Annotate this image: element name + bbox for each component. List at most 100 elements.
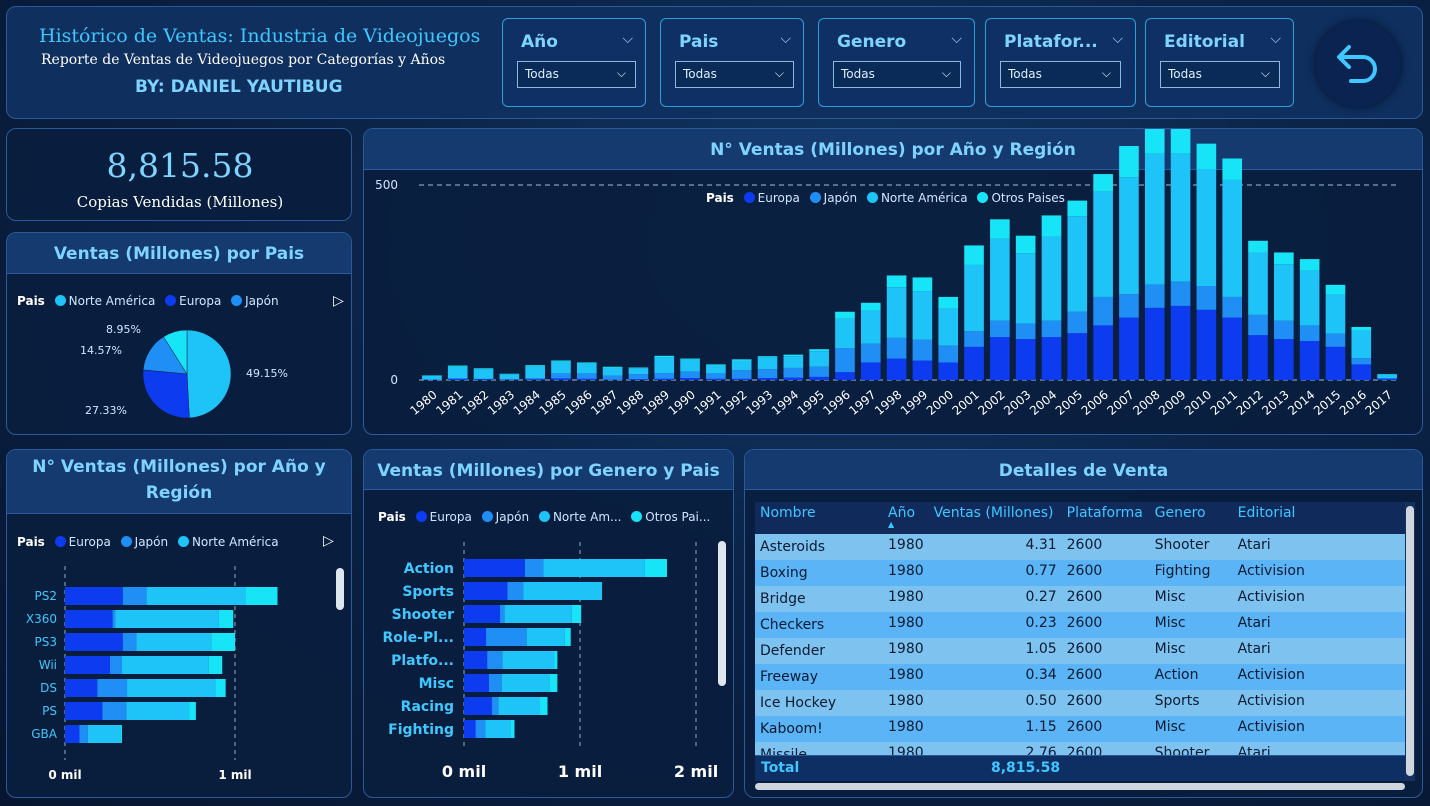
bar-segment — [886, 275, 907, 288]
filter-plataforma[interactable]: Platafor... ⌵ Todas ⌵ — [985, 18, 1136, 107]
bar-segment — [122, 587, 147, 605]
bar-segment — [860, 310, 881, 344]
x-tick-label: 1997 — [846, 388, 878, 418]
y-category-label: Racing — [401, 699, 454, 715]
filter-plataforma-dropdown[interactable]: Todas ⌵ — [1000, 61, 1121, 88]
col-header-editorial[interactable]: Editorial — [1232, 502, 1405, 534]
table-row[interactable]: Ice Hockey 1980 0.50 2600 Sports Activision — [755, 690, 1405, 716]
x-tick-label: 1 mil — [558, 762, 602, 781]
table-cell: 0.23 — [928, 612, 1062, 638]
bar-segment — [860, 302, 881, 311]
genre-scrollbar[interactable] — [718, 541, 726, 686]
col-header-ano[interactable]: Año ▲ — [883, 502, 929, 534]
table-cell: 2600 — [1061, 690, 1150, 716]
filter-pais-dropdown[interactable]: Todas ⌵ — [675, 61, 794, 88]
y-tick-label: 500 — [375, 178, 398, 192]
table-row[interactable]: Boxing 1980 0.77 2600 Fighting Activision — [755, 560, 1405, 586]
pie-slice-label: 14.57% — [80, 344, 122, 357]
y-category-label: Shooter — [392, 607, 454, 623]
table-hscrollbar[interactable] — [755, 783, 1405, 790]
table-row[interactable]: Freeway 1980 0.34 2600 Action Activision — [755, 664, 1405, 690]
bar-segment — [447, 366, 468, 379]
bar-segment — [757, 369, 778, 379]
table-scroll-track[interactable] — [1405, 502, 1415, 781]
table-total-row: Total 8,815.58 — [755, 755, 1405, 781]
filter-ano-label: Año — [521, 32, 558, 52]
bar-segment — [136, 633, 212, 651]
x-tick-label: 2009 — [1156, 388, 1188, 418]
bar-segment — [1093, 191, 1113, 297]
col-header-nombre[interactable]: Nombre — [755, 502, 883, 534]
table-row[interactable]: Checkers 1980 0.23 2600 Misc Atari — [755, 612, 1405, 638]
bar-segment — [654, 378, 675, 380]
y-category-label: PS2 — [35, 589, 58, 603]
table-cell: Shooter — [1149, 534, 1233, 560]
kpi-card: 8,815.58 Copias Vendidas (Millones) — [6, 128, 352, 221]
y-category-label: X360 — [26, 612, 57, 626]
bar-segment — [1248, 314, 1268, 336]
table-cell: Activision — [1232, 716, 1405, 742]
table-row[interactable]: Asteroids 1980 4.31 2600 Shooter Atari — [755, 534, 1405, 560]
bar-segment — [1144, 307, 1165, 380]
filter-editorial[interactable]: Editorial ⌵ Todas ⌵ — [1145, 18, 1294, 107]
filter-editorial-dropdown[interactable]: Todas ⌵ — [1160, 61, 1280, 88]
bar-segment — [1274, 252, 1294, 265]
bar-segment — [510, 720, 515, 738]
bar-segment — [912, 360, 933, 380]
table-scrollbar[interactable] — [1406, 506, 1414, 776]
bar-segment — [1299, 270, 1320, 326]
filter-genero[interactable]: Genero ⌵ Todas ⌵ — [818, 18, 975, 107]
x-tick-label: 1984 — [511, 388, 543, 418]
x-tick-label: 2001 — [950, 388, 982, 418]
table-total-value: 8,815.58 — [991, 760, 1061, 776]
bar-segment — [65, 587, 123, 605]
bar-segment — [464, 674, 489, 692]
table-total-label: Total — [761, 760, 800, 776]
bar-segment — [524, 559, 544, 577]
chevron-down-icon[interactable]: ⌵ — [951, 31, 962, 47]
x-tick-label: 2014 — [1285, 388, 1317, 418]
bar-segment — [680, 371, 700, 379]
bar-segment — [1299, 259, 1320, 271]
chevron-down-icon[interactable]: ⌵ — [1270, 31, 1281, 47]
col-header-genero[interactable]: Genero — [1149, 502, 1233, 534]
filter-ano-dropdown[interactable]: Todas ⌵ — [517, 61, 636, 88]
table-row[interactable]: Bridge 1980 0.27 2600 Misc Activision — [755, 586, 1405, 612]
chevron-down-icon[interactable]: ⌵ — [622, 31, 633, 47]
bar-segment — [1093, 325, 1113, 380]
chevron-down-icon[interactable]: ⌵ — [780, 31, 791, 47]
bar-segment — [499, 374, 520, 380]
chevron-down-icon[interactable]: ⌵ — [1112, 31, 1123, 47]
x-tick-label: 1 mil — [218, 768, 251, 782]
filter-genero-dropdown[interactable]: Todas ⌵ — [833, 61, 961, 88]
platform-scrollbar[interactable] — [336, 568, 344, 610]
table-cell: Kaboom! — [755, 716, 883, 742]
table-cell: Misc — [1149, 586, 1233, 612]
col-header-ventas[interactable]: Ventas (Millones) — [928, 502, 1062, 534]
bar-segment — [628, 368, 649, 375]
filter-ano[interactable]: Año ⌵ Todas ⌵ — [502, 18, 646, 107]
bar-segment — [485, 720, 511, 738]
table-row[interactable]: Defender 1980 1.05 2600 Misc Atari — [755, 638, 1405, 664]
bar-segment — [912, 339, 933, 361]
x-tick-label: 1989 — [640, 388, 672, 418]
bar-segment — [1351, 330, 1372, 359]
bar-segment — [964, 331, 984, 347]
bar-segment — [964, 346, 984, 380]
bar-segment — [464, 697, 492, 715]
x-tick-label: 1980 — [407, 388, 439, 418]
table-row[interactable]: Kaboom! 1980 1.15 2600 Misc Activision — [755, 716, 1405, 742]
table-cell: Misc — [1149, 612, 1233, 638]
col-header-plataforma[interactable]: Plataforma — [1061, 502, 1150, 534]
filter-pais[interactable]: Pais ⌵ Todas ⌵ — [660, 18, 804, 107]
bar-segment — [491, 697, 499, 715]
bar-segment — [464, 720, 476, 738]
bar-segment — [1067, 333, 1088, 380]
pie-panel: Ventas (Millones) por Pais Pais Norte Am… — [6, 232, 352, 435]
back-button[interactable] — [1315, 21, 1401, 107]
x-tick-label: 2002 — [975, 388, 1007, 418]
bar-segment — [757, 378, 778, 380]
y-category-label: Platfo... — [391, 653, 454, 669]
bar-segment — [654, 357, 675, 373]
x-tick-label: 2005 — [1053, 388, 1085, 418]
